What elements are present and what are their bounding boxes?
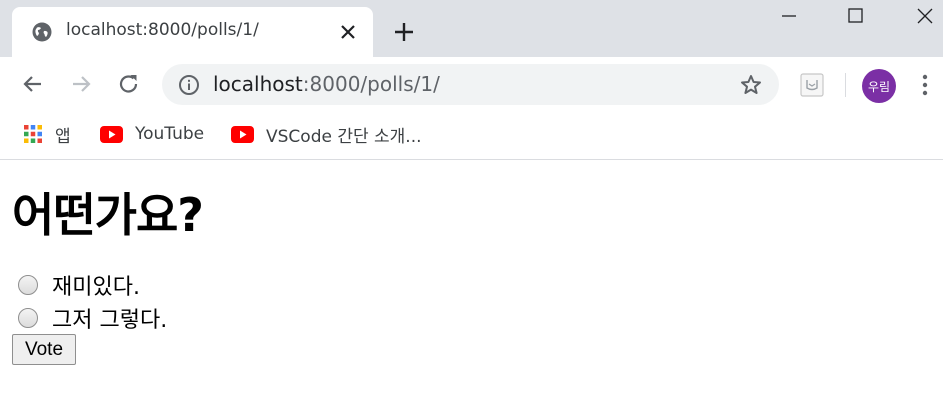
globe-icon (32, 22, 52, 42)
tab-title: localhost:8000/polls/1/ (66, 20, 259, 40)
url-host: localhost (213, 72, 303, 96)
choice-label: 재미있다. (52, 275, 140, 300)
url-path: :8000/polls/1/ (302, 72, 440, 96)
minimize-icon[interactable] (778, 5, 800, 27)
more-menu-icon[interactable] (915, 72, 935, 98)
choice-radio[interactable] (18, 275, 38, 295)
youtube-icon (231, 125, 254, 143)
info-icon[interactable] (178, 74, 200, 96)
bookmark-star-icon[interactable] (739, 73, 763, 97)
choice-option-2[interactable]: 그저 그렇다. (18, 305, 168, 333)
choice-option-1[interactable]: 재미있다. (18, 272, 140, 300)
bookmark-label: VSCode 간단 소개... (266, 126, 422, 147)
close-window-icon[interactable] (914, 5, 936, 27)
reload-icon[interactable] (116, 71, 142, 97)
forward-arrow-icon[interactable] (68, 71, 94, 97)
bookmark-apps[interactable]: 앱 (23, 120, 71, 148)
bookmark-vscode[interactable]: VSCode 간단 소개... (231, 120, 422, 148)
address-url: localhost:8000/polls/1/ (213, 72, 440, 96)
extension-icon[interactable] (799, 72, 825, 98)
maximize-icon[interactable] (845, 5, 867, 27)
toolbar: localhost:8000/polls/1/ 우림 (0, 57, 943, 111)
address-bar[interactable]: localhost:8000/polls/1/ (162, 64, 779, 105)
toolbar-divider (845, 73, 846, 97)
bookmark-youtube[interactable]: YouTube (100, 120, 204, 148)
back-arrow-icon[interactable] (20, 71, 46, 97)
profile-avatar[interactable]: 우림 (862, 69, 896, 103)
choice-radio[interactable] (18, 308, 38, 328)
bookmark-label: YouTube (135, 124, 205, 144)
page-content: 어떤가요? 재미있다. 그저 그렇다. Vote (0, 161, 943, 412)
apps-grid-icon (24, 125, 42, 143)
bookmark-label: 앱 (55, 126, 71, 147)
tab-strip: localhost:8000/polls/1/ (0, 0, 943, 57)
bookmarks-bar: 앱 YouTube VSCode 간단 소개... (0, 111, 943, 160)
close-tab-icon[interactable] (338, 22, 358, 42)
tab-active[interactable]: localhost:8000/polls/1/ (12, 7, 373, 57)
choice-label: 그저 그렇다. (52, 308, 168, 333)
youtube-icon (100, 125, 123, 143)
question-heading: 어떤가요? (12, 188, 204, 242)
vote-button[interactable]: Vote (12, 334, 76, 365)
new-tab-icon[interactable] (393, 21, 415, 43)
